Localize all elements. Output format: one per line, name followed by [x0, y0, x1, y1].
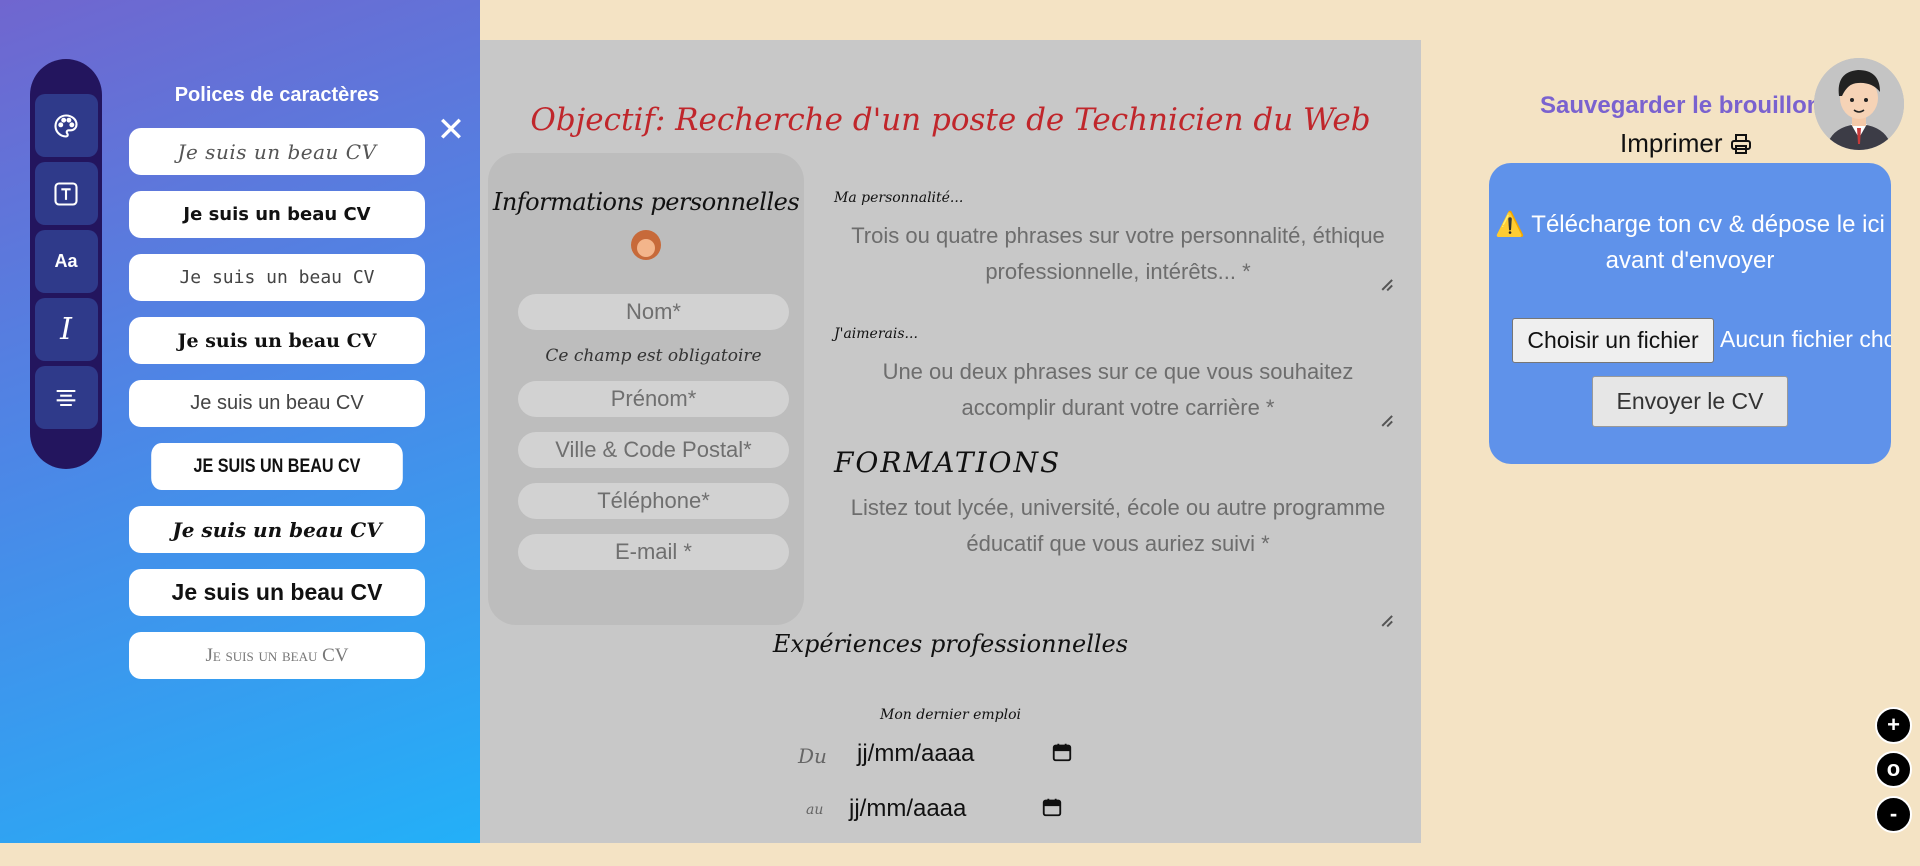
font-option[interactable]: Je suis un beau CV	[129, 254, 425, 301]
palette-tool-button[interactable]	[34, 94, 98, 157]
save-draft-link[interactable]: Sauvegarder le brouillon	[1540, 92, 1821, 120]
italic-cursor-icon: I	[60, 312, 72, 347]
avatar-illustration-icon	[1814, 58, 1904, 150]
font-size-icon: Aa	[54, 251, 78, 271]
resize-handle-icon[interactable]	[1378, 276, 1392, 290]
resize-handle-icon[interactable]	[1378, 412, 1392, 426]
to-date-label: au	[806, 802, 824, 818]
zoom-in-button[interactable]: +	[1875, 707, 1912, 744]
text-box-icon	[54, 181, 78, 206]
end-date-input[interactable]: jj/mm/aaaa	[849, 795, 966, 823]
phone-input[interactable]: Téléphone*	[518, 483, 789, 519]
zoom-reset-button[interactable]: o	[1875, 751, 1912, 788]
name-input[interactable]: Nom*	[518, 294, 789, 330]
close-panel-button[interactable]: ✕	[436, 112, 466, 148]
personality-label: Ma personnalité...	[834, 190, 964, 206]
personality-textarea[interactable]: Trois ou quatre phrases sur votre person…	[840, 218, 1396, 290]
font-option[interactable]: Je suis un beau CV	[129, 128, 425, 175]
align-tool-button[interactable]	[34, 366, 98, 429]
wish-label: J'aimerais...	[834, 326, 918, 342]
formations-heading: FORMATIONS	[834, 446, 1062, 479]
upload-cv-card: ⚠️ Télécharge ton cv & dépose le ici ava…	[1489, 163, 1891, 464]
font-option[interactable]: JE SUIS UN BEAU CV	[151, 443, 403, 490]
email-input[interactable]: E-mail *	[518, 534, 789, 570]
font-tool-button[interactable]: Aa	[34, 230, 98, 293]
resize-handle-icon[interactable]	[1378, 612, 1392, 626]
person-emoji-icon	[631, 230, 661, 260]
italic-tool-button[interactable]: I	[34, 298, 98, 361]
fonts-panel-title: Polices de caractères	[174, 84, 380, 106]
required-field-note: Ce champ est obligatoire	[545, 346, 762, 366]
calendar-icon[interactable]	[1051, 741, 1073, 763]
career-wish-textarea[interactable]: Une ou deux phrases sur ce que vous souh…	[840, 354, 1396, 426]
last-job-label: Mon dernier emploi	[880, 707, 1021, 723]
from-date-label: Du	[798, 744, 827, 768]
printer-icon	[1730, 133, 1751, 154]
zoom-out-button[interactable]: -	[1875, 796, 1912, 833]
align-center-icon	[56, 389, 76, 406]
font-option[interactable]: Je suis un beau CV	[129, 380, 425, 427]
send-cv-button[interactable]: Envoyer le CV	[1592, 376, 1788, 427]
font-option[interactable]: Je suis un beau CV	[129, 191, 425, 238]
calendar-icon[interactable]	[1041, 796, 1063, 818]
formations-textarea[interactable]: Listez tout lycée, université, école ou …	[840, 490, 1396, 562]
font-option[interactable]: Je suis un beau CV	[129, 317, 425, 364]
tool-rail: Aa I	[30, 59, 102, 469]
cv-objective-heading[interactable]: Objectif: Recherche d'un poste de Techni…	[480, 102, 1421, 138]
start-date-input[interactable]: jj/mm/aaaa	[857, 740, 974, 768]
font-option[interactable]: Je suis un beau CV	[129, 569, 425, 616]
experience-heading: Expériences professionnelles	[772, 630, 1129, 658]
city-postcode-input[interactable]: Ville & Code Postal*	[518, 432, 789, 468]
user-avatar[interactable]	[1814, 58, 1904, 150]
print-button[interactable]: Imprimer	[1620, 128, 1753, 159]
font-option[interactable]: Je suis un beau CV	[129, 506, 425, 553]
print-label: Imprimer	[1620, 128, 1723, 158]
font-option[interactable]: Je suis un beau CV	[129, 632, 425, 679]
firstname-input[interactable]: Prénom*	[518, 381, 789, 417]
palette-icon	[54, 113, 78, 138]
text-box-tool-button[interactable]	[34, 162, 98, 225]
personal-info-title: Informations personnelles	[492, 188, 800, 216]
font-option-list: Je suis un beau CV Je suis un beau CV Je…	[129, 128, 425, 695]
no-file-status: Aucun fichier choisi	[1720, 326, 1891, 352]
choose-file-button[interactable]: Choisir un fichier	[1512, 318, 1714, 363]
upload-instructions: ⚠️ Télécharge ton cv & dépose le ici ava…	[1495, 211, 1885, 274]
